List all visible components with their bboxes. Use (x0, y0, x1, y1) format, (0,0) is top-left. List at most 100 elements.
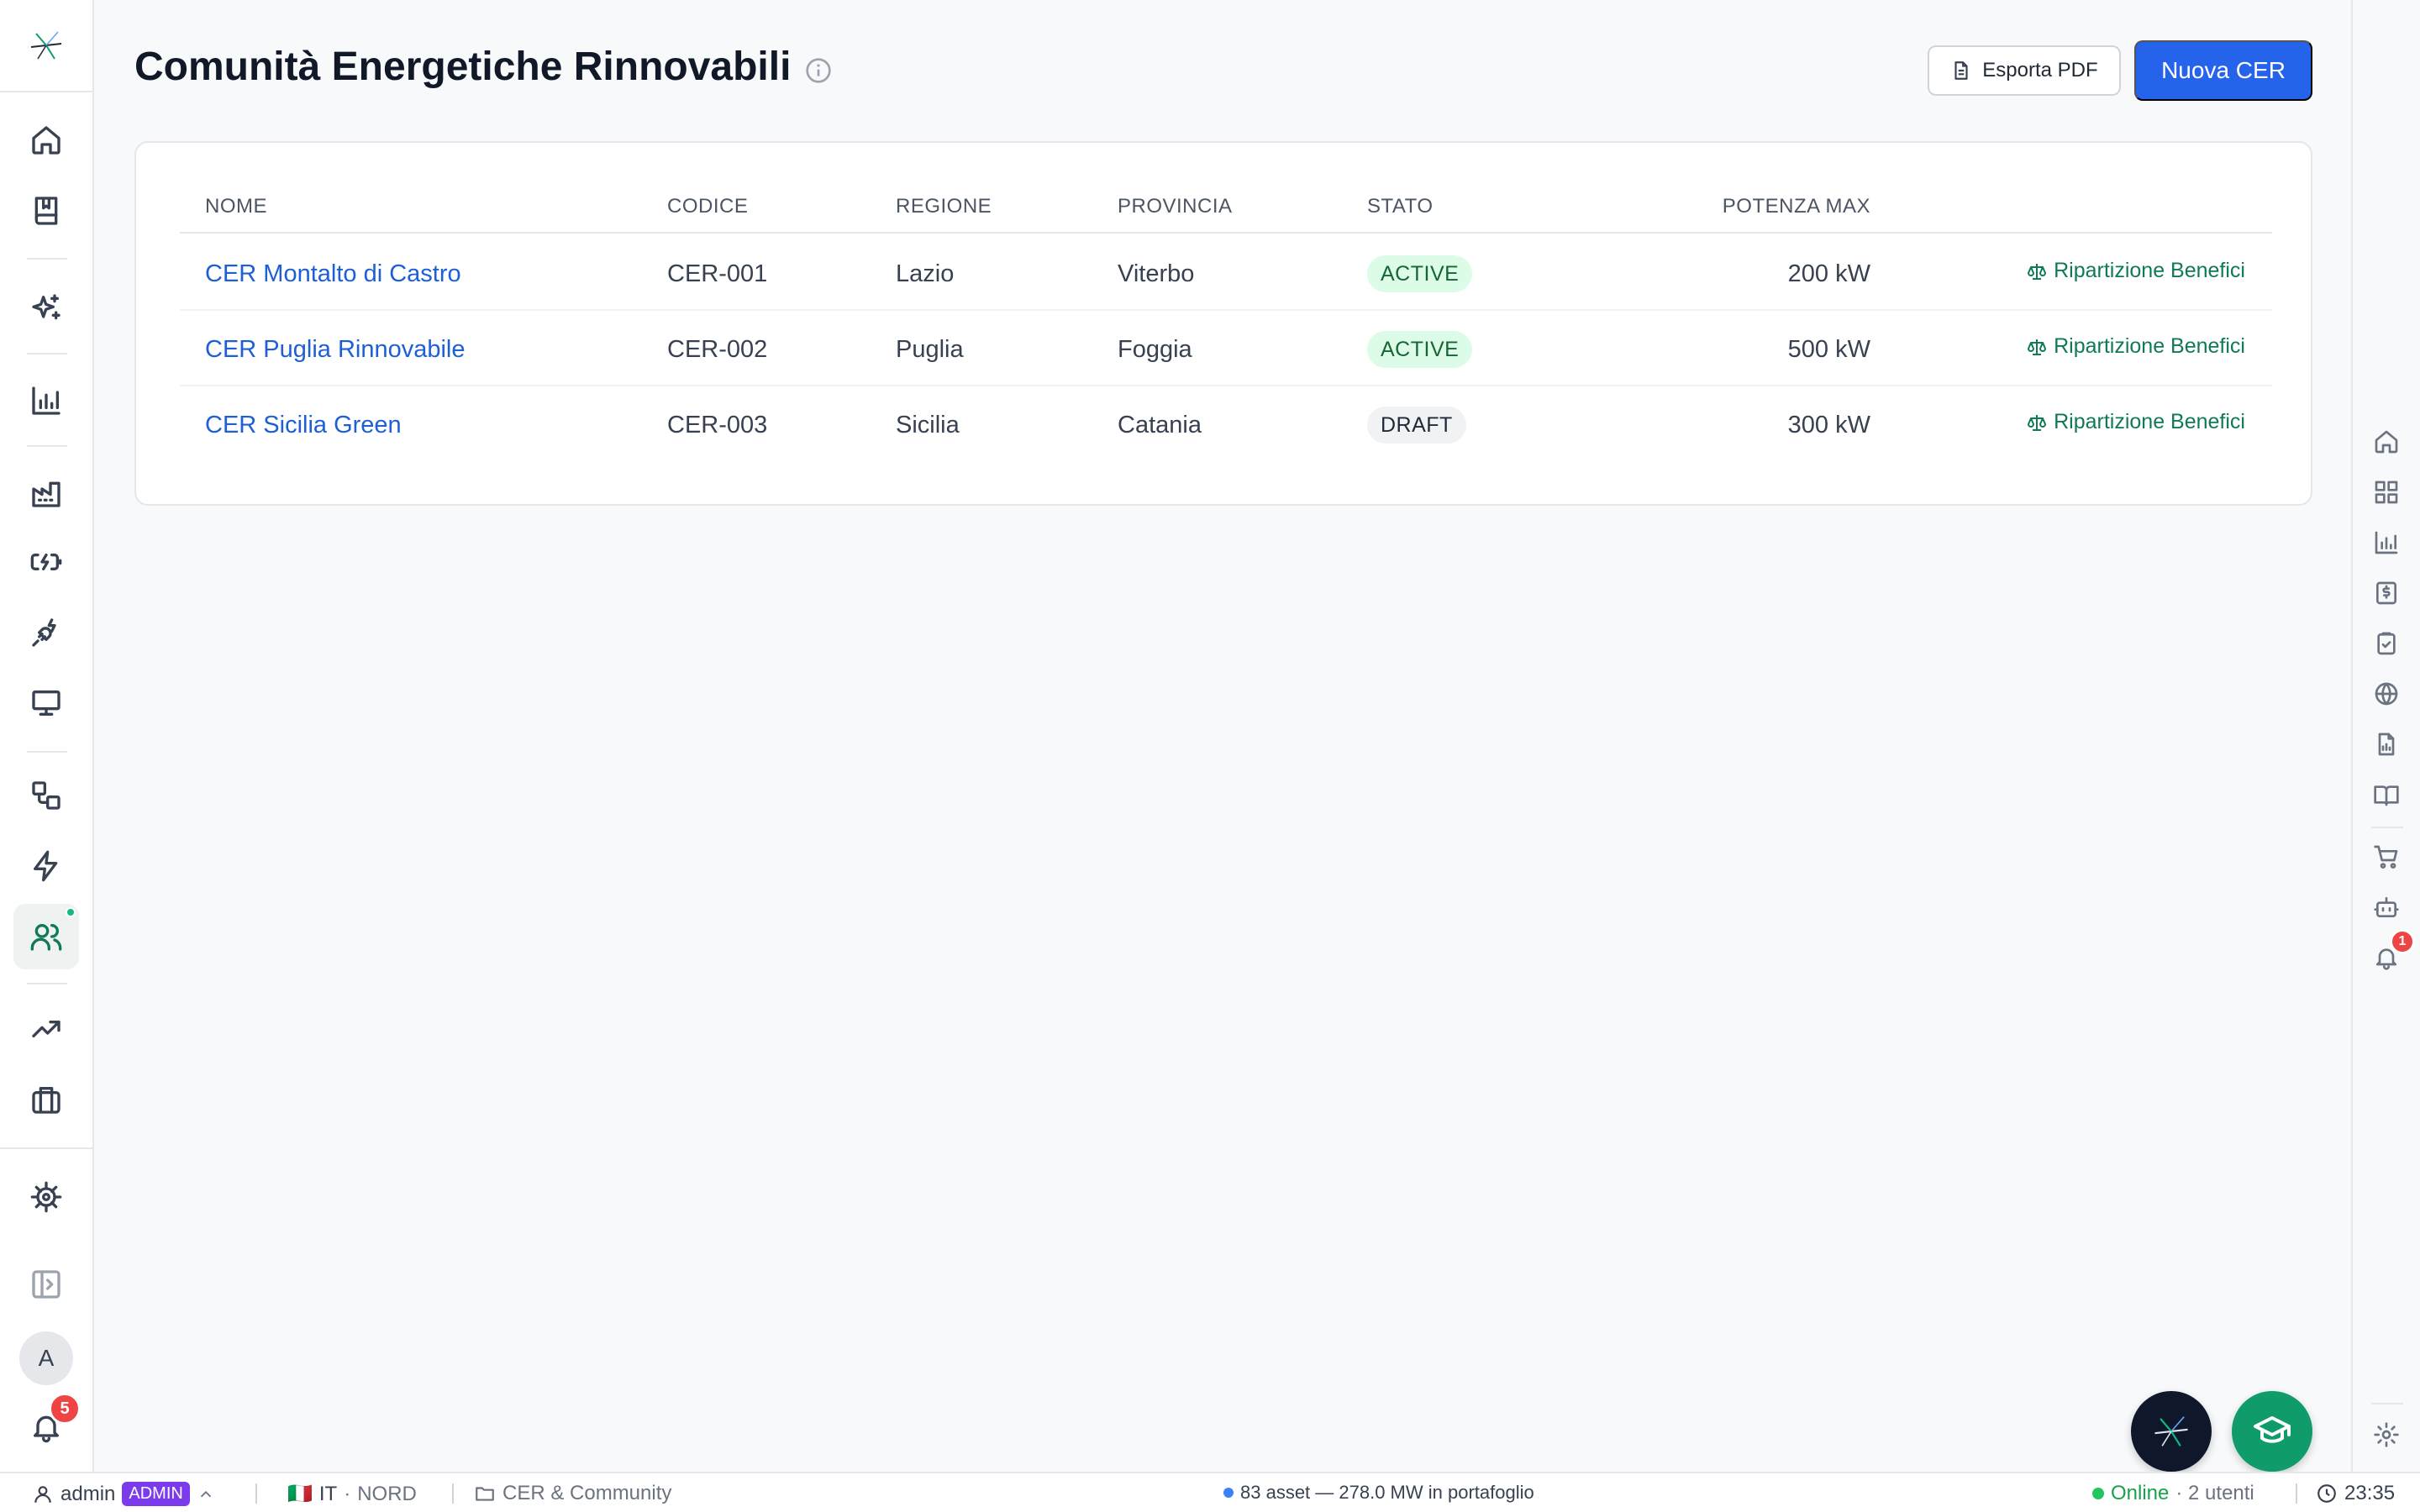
rail-reports[interactable] (2373, 731, 2400, 758)
column-header-status[interactable]: STATO (1367, 195, 1434, 218)
column-header-region[interactable]: REGIONE (896, 195, 992, 218)
cog-icon (30, 1181, 62, 1213)
folder-icon (476, 1487, 494, 1501)
sidebar-separator (27, 751, 67, 753)
sidebar-separator (27, 258, 67, 260)
rail-settings[interactable] (2373, 1421, 2400, 1448)
sidebar-item-ai[interactable] (13, 276, 79, 341)
rail-tasks[interactable] (2373, 630, 2400, 657)
status-badge: DRAFT (1367, 407, 1466, 444)
logo-icon (30, 31, 62, 60)
benefit-allocation-link[interactable]: Ripartizione Benefici (2027, 259, 2245, 283)
clock-icon (2317, 1484, 2336, 1503)
cer-province: Foggia (1118, 336, 1192, 363)
logo-icon (2154, 1416, 2188, 1446)
cer-max-power: 300 kW (1787, 412, 1870, 438)
sidebar-collapse-toggle[interactable] (13, 1252, 79, 1317)
sparkles-icon (32, 294, 60, 320)
file-text-icon (1954, 61, 1968, 80)
sidebar-separator (0, 1147, 92, 1149)
sidebar-item-monitoring[interactable] (13, 670, 79, 736)
sidebar-item-connections[interactable] (13, 600, 79, 665)
assistant-fab[interactable] (2131, 1391, 2212, 1472)
cer-code: CER-002 (667, 336, 768, 363)
sidebar-item-plants[interactable] (13, 460, 79, 526)
clipboard-check-icon (2377, 632, 2396, 655)
rail-separator (2371, 827, 2403, 828)
sidebar-separator (27, 983, 67, 984)
sidebar-item-portfolio[interactable] (13, 1067, 79, 1132)
trending-up-icon (32, 1021, 60, 1037)
user-icon (34, 1485, 51, 1503)
benefit-allocation-link[interactable]: Ripartizione Benefici (2027, 334, 2245, 359)
statusbar-clock: 23:35 (2316, 1482, 2395, 1505)
benefit-allocation-label: Ripartizione Benefici (2054, 410, 2245, 433)
gear-icon (2374, 1422, 2399, 1447)
statusbar-region-selector[interactable]: 🇮🇹 IT · NORD (287, 1482, 417, 1506)
info-icon[interactable] (805, 57, 832, 84)
rail-billing[interactable] (2373, 580, 2400, 606)
column-header-max-power[interactable]: POTENZA MAX (1702, 195, 1870, 218)
rail-marketplace[interactable] (2373, 843, 2400, 870)
shopping-cart-icon (2374, 845, 2398, 869)
plug-zap-icon (32, 618, 56, 647)
statusbar-section[interactable]: CER & Community (474, 1482, 671, 1505)
rail-markets[interactable] (2373, 680, 2400, 707)
right-tool-rail: 1 (2351, 0, 2420, 1472)
table-row: CER Sicilia Green CER-003 Sicilia Catani… (180, 386, 2272, 462)
sidebar-item-trends[interactable] (13, 996, 79, 1062)
benefit-allocation-link[interactable]: Ripartizione Benefici (2027, 410, 2245, 434)
workflow-icon (32, 781, 60, 810)
export-pdf-button[interactable]: Esporta PDF (1928, 45, 2121, 96)
column-header-province[interactable]: PROVINCIA (1118, 195, 1233, 218)
rail-dashboard[interactable] (2373, 479, 2400, 506)
statusbar-separator (2296, 1483, 2297, 1504)
sidebar-item-analytics[interactable] (13, 368, 79, 433)
users-icon (30, 924, 62, 951)
sidebar-item-energy[interactable] (13, 833, 79, 899)
layout-grid-icon (2375, 480, 2398, 504)
statusbar-time: 23:35 (2344, 1482, 2396, 1504)
cer-name-link[interactable]: CER Sicilia Green (205, 412, 402, 439)
scale-icon (2028, 339, 2047, 355)
receipt-dollar-icon (2376, 581, 2396, 605)
statusbar-separator (255, 1483, 257, 1504)
rail-assistant[interactable] (2373, 894, 2400, 921)
user-avatar[interactable]: A (19, 1331, 73, 1385)
sidebar-item-settings[interactable] (13, 1164, 79, 1230)
table-row: CER Montalto di Castro CER-001 Lazio Vit… (180, 235, 2272, 311)
column-header-code[interactable]: CODICE (667, 195, 748, 218)
cer-region: Lazio (896, 260, 955, 287)
sidebar-item-workflow[interactable] (13, 763, 79, 828)
statusbar-portfolio: 83 asset — 278.0 MW in portafoglio (1223, 1482, 1534, 1504)
column-header-name[interactable]: NOME (205, 195, 267, 218)
table-header: NOME CODICE REGIONE PROVINCIA STATO POTE… (180, 195, 2272, 234)
factory-icon (32, 481, 60, 507)
sidebar-separator (27, 445, 67, 447)
sidebar-item-community[interactable] (13, 904, 79, 969)
book-bookmark-icon (34, 197, 58, 225)
rail-home[interactable] (2373, 428, 2400, 455)
cer-code: CER-001 (667, 260, 768, 287)
cer-name-link[interactable]: CER Montalto di Castro (205, 260, 461, 288)
chevron-up-icon (200, 1490, 211, 1497)
academy-fab[interactable] (2232, 1391, 2312, 1472)
rail-charts[interactable] (2373, 529, 2400, 556)
sidebar-item-storage[interactable] (13, 529, 79, 595)
statusbar-user[interactable]: admin ADMIN (32, 1482, 215, 1506)
cer-name-link[interactable]: CER Puglia Rinnovabile (205, 336, 466, 364)
rail-docs[interactable] (2373, 781, 2400, 808)
app-logo[interactable] (0, 0, 92, 92)
sidebar-item-home[interactable] (13, 108, 79, 173)
sidebar-item-docs[interactable] (13, 178, 79, 244)
rail-separator (2371, 1403, 2403, 1404)
statusbar-middot: · (344, 1482, 351, 1505)
new-cer-button[interactable]: Nuova CER (2134, 40, 2312, 101)
status-bar: admin ADMIN 🇮🇹 IT · NORD CER & Community… (0, 1472, 2420, 1512)
cer-province: Viterbo (1118, 260, 1195, 287)
cer-table-card: NOME CODICE REGIONE PROVINCIA STATO POTE… (134, 141, 2312, 506)
scale-icon (2028, 263, 2047, 280)
role-badge: ADMIN (122, 1482, 190, 1506)
globe-icon (2375, 682, 2398, 706)
bar-chart-icon (32, 386, 60, 415)
